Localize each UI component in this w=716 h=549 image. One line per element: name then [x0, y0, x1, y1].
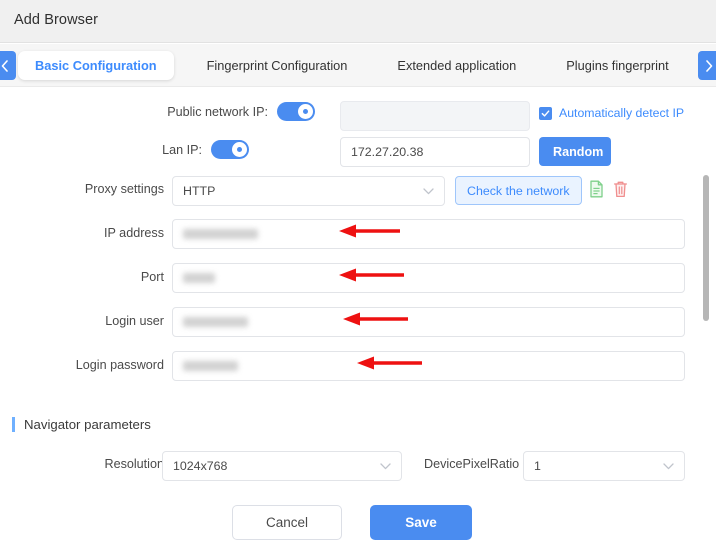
- annotation-arrow-login-password: [356, 356, 424, 375]
- port-label: Port: [60, 270, 164, 284]
- login-user-label: Login user: [60, 314, 164, 328]
- public-network-ip-label: Public network IP:: [160, 105, 268, 119]
- tab-scroll-left-button[interactable]: [0, 51, 16, 80]
- file-document-icon[interactable]: [589, 180, 604, 198]
- redacted-value: [183, 317, 248, 327]
- tab-plugins-fingerprint[interactable]: Plugins fingerprint: [549, 51, 685, 80]
- ip-address-label: IP address: [60, 226, 164, 240]
- toggle-knob: [232, 142, 247, 157]
- lan-ip-toggle[interactable]: [211, 140, 249, 159]
- device-pixel-ratio-select[interactable]: 1: [523, 451, 685, 481]
- port-field[interactable]: [172, 263, 685, 293]
- annotation-arrow-ip-address: [338, 224, 402, 243]
- login-password-label: Login password: [60, 358, 164, 372]
- chevron-down-icon: [663, 463, 674, 470]
- check-network-button[interactable]: Check the network: [455, 176, 582, 205]
- resolution-label: Resolution: [80, 457, 164, 471]
- dialog-titlebar: Add Browser: [0, 0, 716, 43]
- ip-address-field[interactable]: [172, 219, 685, 249]
- section-accent-bar: [12, 417, 15, 432]
- tab-fingerprint-configuration[interactable]: Fingerprint Configuration: [190, 51, 365, 80]
- redacted-value: [183, 229, 258, 239]
- checkmark-icon: [539, 107, 552, 120]
- vertical-scrollbar-thumb[interactable]: [703, 175, 709, 321]
- public-network-ip-row: Public network IP:: [160, 102, 315, 121]
- public-network-ip-input[interactable]: [340, 101, 530, 131]
- annotation-arrow-port: [338, 268, 406, 287]
- toggle-knob: [298, 104, 313, 119]
- lan-ip-label: Lan IP:: [160, 143, 202, 157]
- save-button[interactable]: Save: [370, 505, 472, 540]
- chevron-left-icon: [1, 60, 9, 72]
- lan-ip-input[interactable]: 172.27.20.38: [340, 137, 530, 167]
- tab-extended-application[interactable]: Extended application: [380, 51, 533, 80]
- annotation-arrow-login-user: [342, 312, 410, 331]
- resolution-value: 1024x768: [173, 459, 227, 473]
- auto-detect-ip-label: Automatically detect IP: [559, 106, 684, 120]
- tab-scroll-right-button[interactable]: [698, 51, 716, 80]
- chevron-down-icon: [380, 463, 391, 470]
- tab-list: Basic Configuration Fingerprint Configur…: [18, 44, 716, 87]
- proxy-settings-label: Proxy settings: [80, 182, 164, 196]
- device-pixel-ratio-label: DevicePixelRatio: [424, 457, 516, 471]
- add-browser-dialog: Add Browser Basic Configuration Fingerpr…: [0, 0, 716, 549]
- random-button[interactable]: Random: [539, 137, 611, 166]
- public-network-ip-toggle[interactable]: [277, 102, 315, 121]
- redacted-value: [183, 361, 238, 371]
- proxy-settings-value: HTTP: [183, 184, 215, 198]
- device-pixel-ratio-value: 1: [534, 459, 541, 473]
- login-user-field[interactable]: [172, 307, 685, 337]
- login-password-field[interactable]: [172, 351, 685, 381]
- chevron-right-icon: [705, 60, 713, 72]
- cancel-button[interactable]: Cancel: [232, 505, 342, 540]
- chevron-down-icon: [423, 188, 434, 195]
- navigator-parameters-heading: Navigator parameters: [12, 417, 151, 432]
- auto-detect-ip-checkbox[interactable]: Automatically detect IP: [539, 106, 684, 120]
- tab-basic-configuration[interactable]: Basic Configuration: [18, 51, 174, 80]
- dialog-body: Public network IP: Automatically detect …: [0, 88, 716, 549]
- dialog-title: Add Browser: [14, 12, 98, 28]
- resolution-select[interactable]: 1024x768: [162, 451, 402, 481]
- trash-icon[interactable]: [613, 180, 628, 198]
- tab-strip: Basic Configuration Fingerprint Configur…: [0, 44, 716, 87]
- lan-ip-row: Lan IP:: [160, 140, 249, 159]
- proxy-settings-select[interactable]: HTTP: [172, 176, 445, 206]
- redacted-value: [183, 273, 215, 283]
- navigator-parameters-label: Navigator parameters: [24, 417, 151, 432]
